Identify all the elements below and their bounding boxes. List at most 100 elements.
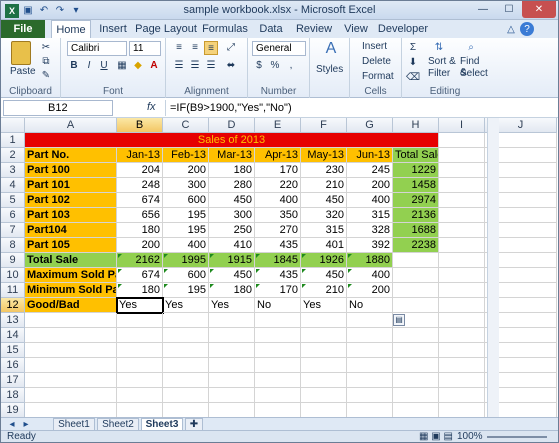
- min-sold-cell[interactable]: 180: [117, 283, 163, 298]
- styles-icon[interactable]: A: [323, 41, 339, 57]
- empty-cell[interactable]: [117, 343, 163, 358]
- min-sold-cell[interactable]: 195: [163, 283, 209, 298]
- table-cell[interactable]: 195: [163, 223, 209, 238]
- total-cell[interactable]: 1688: [393, 223, 439, 238]
- empty-cell[interactable]: [255, 358, 301, 373]
- total-sale-cell[interactable]: 1880: [347, 253, 393, 268]
- table-cell[interactable]: 170: [255, 163, 301, 178]
- empty-cell[interactable]: [439, 223, 485, 238]
- merge-center-icon[interactable]: ⬌: [224, 59, 238, 73]
- font-size-combo[interactable]: 11: [129, 41, 161, 56]
- empty-cell[interactable]: [209, 388, 255, 403]
- tab-data[interactable]: Data: [253, 20, 289, 38]
- clear-icon[interactable]: ⌫: [406, 71, 420, 85]
- column-header-A[interactable]: A: [25, 118, 117, 133]
- table-cell[interactable]: 300: [209, 208, 255, 223]
- table-cell[interactable]: 280: [209, 178, 255, 193]
- row-header-10[interactable]: 10: [1, 268, 25, 283]
- max-sold-cell[interactable]: 435: [255, 268, 301, 283]
- table-cell[interactable]: 328: [347, 223, 393, 238]
- table-cell[interactable]: 674: [117, 193, 163, 208]
- first-sheet-icon[interactable]: ◂: [5, 418, 19, 430]
- empty-cell[interactable]: [393, 268, 439, 283]
- empty-cell[interactable]: [25, 343, 117, 358]
- delete-cells-button[interactable]: Delete: [362, 56, 391, 67]
- tab-view[interactable]: View: [339, 20, 373, 38]
- good-bad-cell[interactable]: No: [347, 298, 393, 313]
- row-header-11[interactable]: 11: [1, 283, 25, 298]
- table-cell[interactable]: 450: [209, 193, 255, 208]
- empty-cell[interactable]: [209, 343, 255, 358]
- empty-cell[interactable]: [393, 358, 439, 373]
- table-cell[interactable]: 656: [117, 208, 163, 223]
- min-sold-cell[interactable]: 200: [347, 283, 393, 298]
- row-header-6[interactable]: 6: [1, 208, 25, 223]
- empty-cell[interactable]: [301, 328, 347, 343]
- table-cell[interactable]: 300: [163, 178, 209, 193]
- paste-button[interactable]: Paste: [10, 66, 36, 77]
- total-sale-cell[interactable]: 1845: [255, 253, 301, 268]
- empty-cell[interactable]: [163, 403, 209, 418]
- empty-cell[interactable]: [393, 253, 439, 268]
- select-all-corner[interactable]: [1, 118, 25, 133]
- align-left-icon[interactable]: ☰: [172, 59, 186, 73]
- format-painter-icon[interactable]: ✎: [39, 69, 53, 83]
- empty-cell[interactable]: [255, 343, 301, 358]
- align-bottom-icon[interactable]: ≡: [204, 41, 218, 55]
- empty-cell[interactable]: [439, 148, 485, 163]
- empty-cell[interactable]: [347, 373, 393, 388]
- vertical-scrollbar[interactable]: [487, 118, 499, 442]
- tab-review[interactable]: Review: [291, 20, 337, 38]
- min-sold-cell[interactable]: 210: [301, 283, 347, 298]
- table-cell[interactable]: 220: [255, 178, 301, 193]
- empty-cell[interactable]: [163, 373, 209, 388]
- total-sale-label[interactable]: Total Sale: [25, 253, 117, 268]
- row-header-7[interactable]: 7: [1, 223, 25, 238]
- sort-label[interactable]: Sort &: [428, 56, 456, 67]
- part-name-cell[interactable]: Part104: [25, 223, 117, 238]
- cut-icon[interactable]: ✂: [39, 41, 53, 55]
- minimize-ribbon-icon[interactable]: △: [504, 22, 518, 36]
- empty-cell[interactable]: [117, 358, 163, 373]
- good-bad-cell[interactable]: No: [255, 298, 301, 313]
- max-sold-cell[interactable]: 674: [117, 268, 163, 283]
- empty-cell[interactable]: [439, 358, 485, 373]
- column-header-I[interactable]: I: [439, 118, 485, 133]
- empty-cell[interactable]: [25, 328, 117, 343]
- table-cell[interactable]: 450: [301, 193, 347, 208]
- table-cell[interactable]: 315: [301, 223, 347, 238]
- sort-filter-icon[interactable]: ⇅: [432, 41, 446, 55]
- empty-cell[interactable]: [25, 403, 117, 418]
- empty-cell[interactable]: [117, 403, 163, 418]
- min-sold-cell[interactable]: 170: [255, 283, 301, 298]
- fill-color-icon[interactable]: ◆: [131, 59, 145, 73]
- empty-cell[interactable]: [439, 388, 485, 403]
- table-cell[interactable]: 200: [347, 178, 393, 193]
- empty-cell[interactable]: [25, 358, 117, 373]
- insert-function-icon[interactable]: fx: [147, 101, 156, 113]
- row-header-16[interactable]: 16: [1, 358, 25, 373]
- next-sheet-icon[interactable]: ▸: [19, 418, 33, 430]
- table-cell[interactable]: 600: [163, 193, 209, 208]
- good-bad-cell[interactable]: Yes: [301, 298, 347, 313]
- column-header-E[interactable]: E: [255, 118, 301, 133]
- part-name-cell[interactable]: Part 101: [25, 178, 117, 193]
- align-top-icon[interactable]: ≡: [172, 41, 186, 55]
- empty-cell[interactable]: [163, 328, 209, 343]
- empty-cell[interactable]: [439, 133, 485, 148]
- month-header[interactable]: Jun-13: [347, 148, 393, 163]
- table-cell[interactable]: 210: [301, 178, 347, 193]
- number-format-combo[interactable]: General: [252, 41, 306, 56]
- table-cell[interactable]: 195: [163, 208, 209, 223]
- table-cell[interactable]: 410: [209, 238, 255, 253]
- total-sale-cell[interactable]: 1926: [301, 253, 347, 268]
- maximize-icon[interactable]: ☐: [496, 1, 522, 18]
- part-name-cell[interactable]: Part 102: [25, 193, 117, 208]
- column-header-F[interactable]: F: [301, 118, 347, 133]
- row-header-3[interactable]: 3: [1, 163, 25, 178]
- find-select-icon[interactable]: ⌕: [464, 41, 478, 55]
- empty-cell[interactable]: [393, 343, 439, 358]
- empty-cell[interactable]: [347, 313, 393, 328]
- table-cell[interactable]: 435: [255, 238, 301, 253]
- empty-cell[interactable]: [439, 163, 485, 178]
